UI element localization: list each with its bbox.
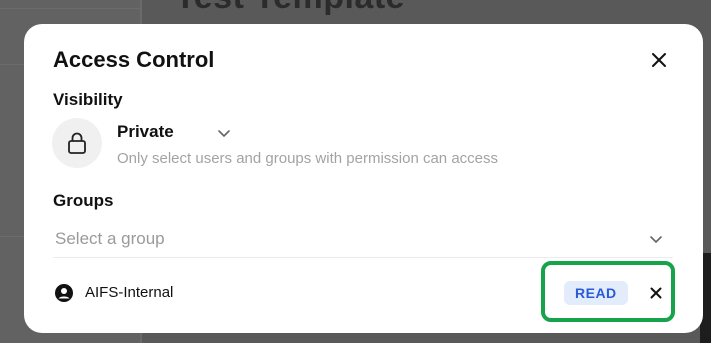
- chevron-down-icon: [650, 236, 662, 243]
- remove-group-button[interactable]: [646, 283, 666, 303]
- group-member-name: AIFS-Internal: [85, 284, 174, 301]
- visibility-icon-container: [52, 118, 102, 168]
- group-select-dropdown[interactable]: [646, 230, 666, 250]
- close-icon: [650, 287, 662, 299]
- permission-badge[interactable]: READ: [564, 281, 628, 305]
- close-icon: [652, 53, 666, 67]
- modal-title: Access Control: [53, 47, 215, 72]
- groups-label: Groups: [53, 191, 114, 210]
- user-circle-icon: [55, 284, 73, 302]
- lock-icon: [68, 132, 86, 154]
- visibility-label: Visibility: [53, 90, 123, 109]
- visibility-value[interactable]: Private: [117, 122, 174, 142]
- background-page-title: Test Template: [175, 0, 405, 17]
- group-select-placeholder: Select a group: [55, 229, 165, 248]
- modal-close-button[interactable]: [647, 48, 671, 72]
- visibility-description: Only select users and groups with permis…: [117, 150, 499, 167]
- access-control-modal: Access Control Visibility Private Only s…: [24, 24, 703, 333]
- group-select-input[interactable]: Select a group: [53, 224, 673, 258]
- background-divider: [0, 8, 140, 9]
- chevron-down-icon: [218, 130, 230, 137]
- visibility-dropdown-button[interactable]: [214, 124, 234, 144]
